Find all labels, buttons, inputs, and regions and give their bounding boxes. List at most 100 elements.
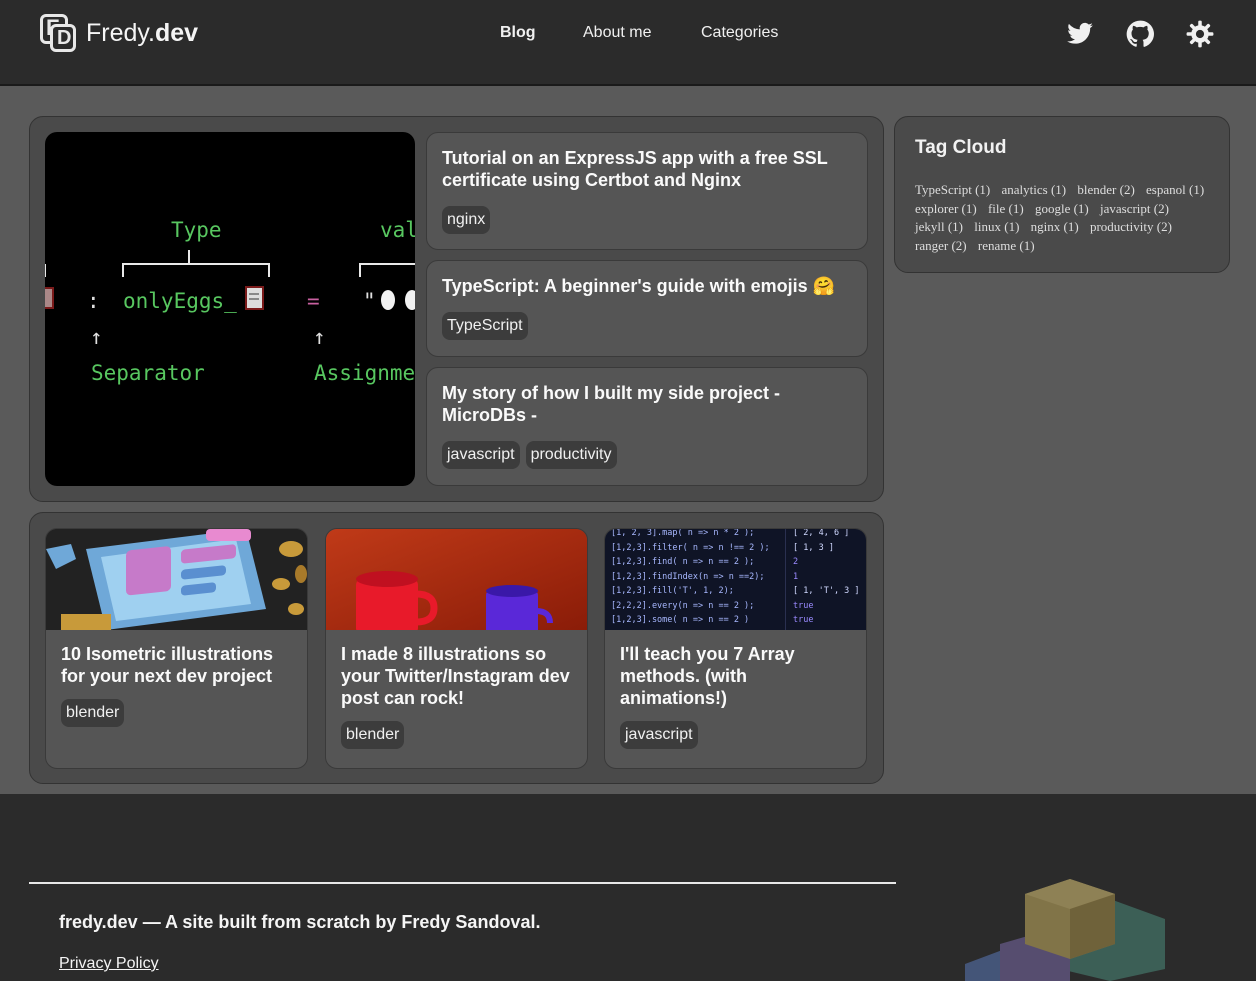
- tag-cloud-title: Tag Cloud: [915, 137, 1007, 158]
- isometric-cubes-illustration: [965, 879, 1165, 981]
- code-assignment-label: Assignme: [314, 361, 415, 385]
- code-arrow-1: ↑: [90, 325, 103, 349]
- post-card-body: I'll teach you 7 Array methods. (with an…: [620, 643, 854, 749]
- tag-chip[interactable]: blender: [341, 721, 405, 749]
- post-tags: blender: [341, 721, 575, 749]
- post-card-body: 10 Isometric illustrations for your next…: [61, 643, 295, 727]
- code-line: [1,2,3].fill('T', 1, 2);: [611, 586, 734, 596]
- code-divider: [785, 529, 786, 630]
- site-footer: fredy.dev — A site built from scratch by…: [0, 794, 1256, 981]
- tag-chip[interactable]: javascript: [442, 441, 520, 469]
- featured-post-card[interactable]: Tutorial on an ExpressJS app with a free…: [426, 132, 868, 250]
- hero-post-image[interactable]: Type val : onlyEggs_ = " ↑ ↑ Separator A…: [45, 132, 415, 486]
- code-line: [ 2, 4, 6 ]: [793, 529, 850, 538]
- site-name-prefix: Fredy.: [86, 18, 155, 47]
- tag-cloud-item[interactable]: google (1): [1035, 201, 1089, 216]
- featured-post-card[interactable]: TypeScript: A beginner's guide with emoj…: [426, 260, 868, 357]
- tag-cloud-item[interactable]: explorer (1): [915, 201, 977, 216]
- code-line: [1,2,3].filter( n => n !== 2 );: [611, 542, 770, 553]
- tag-cloud-item[interactable]: analytics (1): [1002, 182, 1067, 197]
- recent-posts-panel: 10 Isometric illustrations for your next…: [29, 512, 884, 784]
- code-colon: :: [87, 289, 100, 313]
- array-code-right: [ 2, 4, 6 ] [ 1, 3 ] 2 1 [ 1, 'T', 3 ] t…: [793, 529, 860, 628]
- footer-divider: [29, 882, 896, 884]
- site-name-suffix: dev: [155, 18, 199, 47]
- partial-emoji: [45, 287, 54, 309]
- tag-cloud-panel: Tag Cloud TypeScript (1) analytics (1) b…: [894, 116, 1230, 273]
- post-title[interactable]: 10 Isometric illustrations for your next…: [61, 643, 295, 687]
- code-line: 1: [793, 571, 799, 582]
- nav-about-me[interactable]: About me: [583, 24, 651, 42]
- tag-cloud-item[interactable]: rename (1): [978, 238, 1035, 253]
- tag-cloud-item[interactable]: jekyll (1): [915, 219, 963, 234]
- array-code-left: [1, 2, 3].map( n => n * 2 ); [1,2,3].fil…: [611, 529, 770, 628]
- github-icon[interactable]: [1126, 20, 1154, 48]
- nav-categories[interactable]: Categories: [701, 24, 778, 42]
- tag-chip[interactable]: javascript: [620, 721, 698, 749]
- tag-cloud-item[interactable]: nginx (1): [1031, 219, 1079, 234]
- code-line: [1,2,3].findIndex(n => n ==2);: [611, 571, 765, 582]
- tag-chip[interactable]: productivity: [525, 441, 617, 469]
- code-equals: =: [307, 289, 320, 313]
- post-card[interactable]: [1, 2, 3].map( n => n * 2 ); [1,2,3].fil…: [604, 528, 867, 769]
- tag-chip[interactable]: TypeScript: [442, 312, 528, 340]
- post-title[interactable]: Tutorial on an ExpressJS app with a free…: [442, 147, 852, 191]
- post-tags: javascript: [620, 721, 854, 749]
- code-val-label: val: [380, 218, 415, 242]
- post-thumbnail-array-methods[interactable]: [1, 2, 3].map( n => n * 2 ); [1,2,3].fil…: [605, 529, 866, 630]
- egg-emojis: [381, 290, 415, 310]
- post-title[interactable]: My story of how I built my side project …: [442, 382, 852, 426]
- logo-icon: F D: [40, 14, 76, 52]
- site-header: F D Fredy.dev Blog About me Categories: [0, 0, 1256, 86]
- post-tags: javascript productivity: [442, 441, 623, 469]
- post-tags: nginx: [442, 206, 496, 234]
- tag-cloud-item[interactable]: javascript (2): [1100, 201, 1169, 216]
- code-separator-label: Separator: [91, 361, 205, 385]
- site-name: Fredy.dev: [86, 19, 198, 48]
- tag-chip[interactable]: blender: [61, 699, 125, 727]
- theme-toggle-icon[interactable]: [1186, 20, 1214, 48]
- code-line: [1,2,3].some( n => n == 2 ): [611, 615, 750, 625]
- post-title[interactable]: I'll teach you 7 Array methods. (with an…: [620, 643, 854, 709]
- tag-cloud-item[interactable]: file (1): [988, 201, 1024, 216]
- tag-cloud-item[interactable]: productivity (2): [1090, 219, 1172, 234]
- logo-letter-d: D: [50, 24, 76, 52]
- post-title[interactable]: I made 8 illustrations so your Twitter/I…: [341, 643, 575, 709]
- code-line: [1,2,3].find( n => n == 2 );: [611, 557, 755, 567]
- tag-cloud-item[interactable]: ranger (2): [915, 238, 967, 253]
- tag-cloud-item[interactable]: TypeScript (1): [915, 182, 990, 197]
- code-identifier: onlyEggs_: [123, 289, 237, 313]
- site-logo[interactable]: F D Fredy.dev: [40, 14, 198, 52]
- tag-cloud-list: TypeScript (1) analytics (1) blender (2)…: [915, 181, 1215, 255]
- tag-chip[interactable]: nginx: [442, 206, 491, 234]
- twitter-icon[interactable]: [1066, 20, 1094, 48]
- code-line: [2,2,2].every(n => n == 2 );: [611, 600, 755, 611]
- code-diagram-image: Type val : onlyEggs_ = " ↑ ↑ Separator A…: [45, 218, 415, 385]
- tag-cloud-item[interactable]: espanol (1): [1146, 182, 1204, 197]
- code-line: [ 1, 'T', 3 ]: [793, 586, 860, 596]
- code-line: 2: [793, 557, 799, 567]
- code-arrow-2: ↑: [313, 325, 326, 349]
- post-card[interactable]: 10 Isometric illustrations for your next…: [45, 528, 308, 769]
- tag-cloud-item[interactable]: linux (1): [974, 219, 1019, 234]
- post-thumbnail-isometric[interactable]: [46, 529, 307, 630]
- post-thumbnail-mugs[interactable]: [326, 529, 587, 630]
- code-line: [1, 2, 3].map( n => n * 2 );: [611, 529, 755, 538]
- code-line: [ 1, 3 ]: [793, 542, 834, 553]
- post-title[interactable]: TypeScript: A beginner's guide with emoj…: [442, 275, 852, 297]
- post-card-body: I made 8 illustrations so your Twitter/I…: [341, 643, 575, 749]
- privacy-policy-link[interactable]: Privacy Policy: [59, 955, 159, 973]
- featured-post-card[interactable]: My story of how I built my side project …: [426, 367, 868, 486]
- code-line: true: [793, 600, 814, 611]
- featured-posts-panel: Type val : onlyEggs_ = " ↑ ↑ Separator A…: [29, 116, 884, 502]
- document-emoji: [245, 286, 264, 310]
- tag-cloud-item[interactable]: blender (2): [1077, 182, 1134, 197]
- post-tags: TypeScript: [442, 312, 534, 340]
- footer-text: fredy.dev — A site built from scratch by…: [59, 912, 541, 932]
- nav-blog[interactable]: Blog: [500, 24, 536, 42]
- post-card[interactable]: I made 8 illustrations so your Twitter/I…: [325, 528, 588, 769]
- code-quote: ": [363, 289, 376, 313]
- code-line: true: [793, 615, 814, 625]
- post-tags: blender: [61, 699, 295, 727]
- code-type-label: Type: [171, 218, 222, 242]
